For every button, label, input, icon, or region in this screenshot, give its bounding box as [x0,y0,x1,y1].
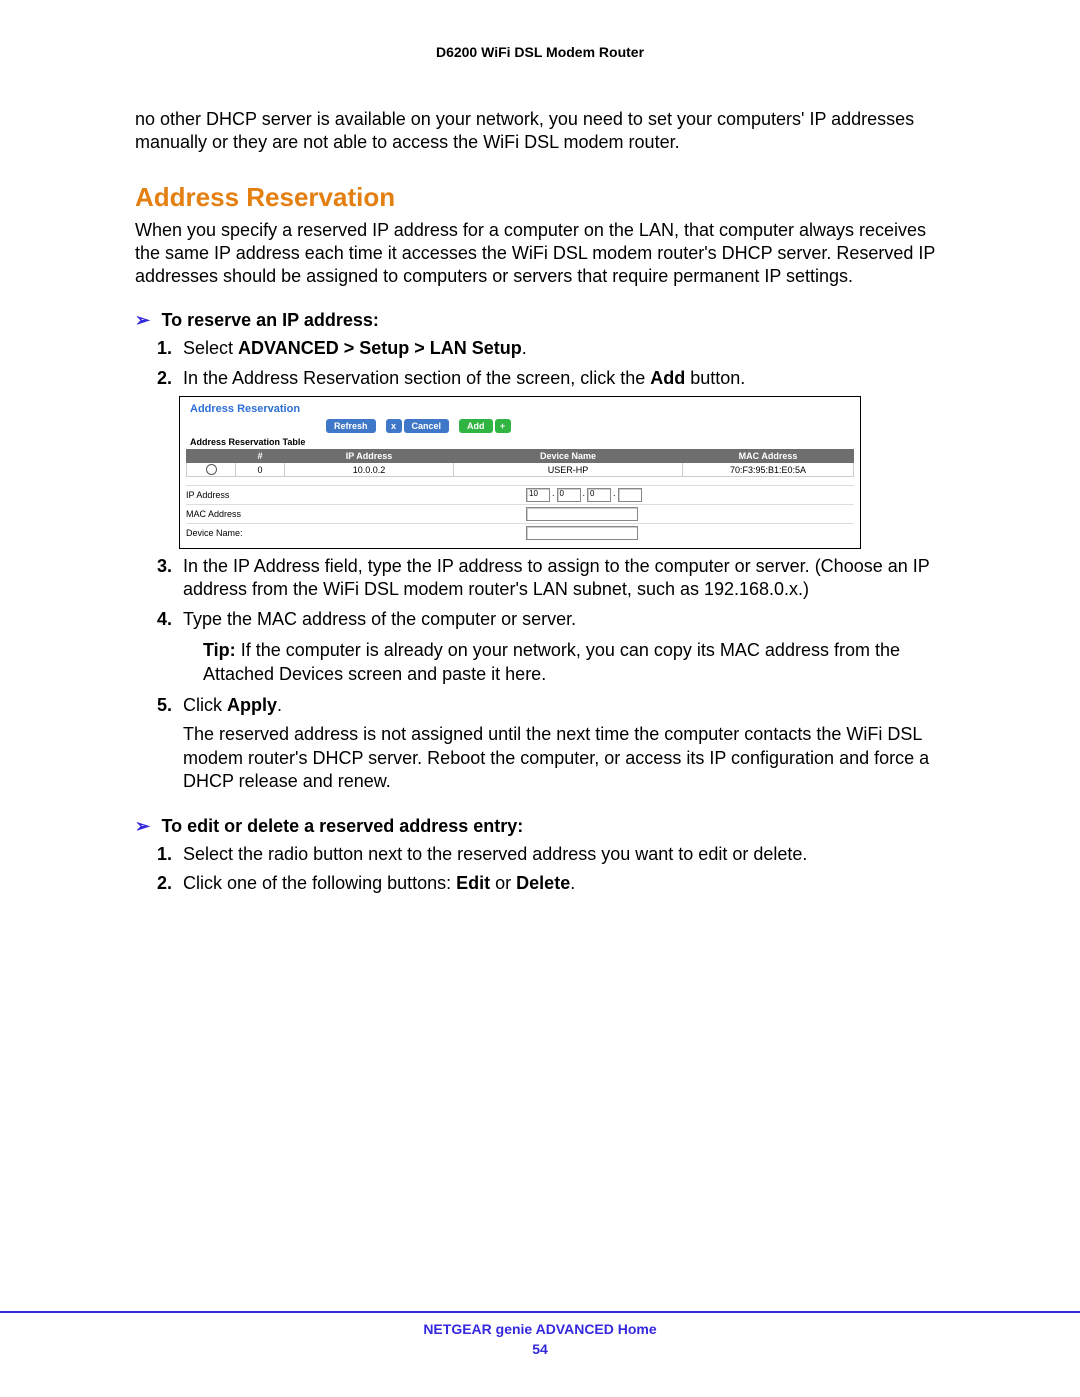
ip-octet-3[interactable]: 0 [587,488,611,502]
panel-title: Address Reservation [190,403,854,415]
t2-step-1: Select the radio button next to the rese… [135,843,945,866]
cell-num: 0 [236,462,285,476]
task-heading-1: ➢ To reserve an IP address: [135,310,945,331]
t2-step-2-text: Click one of the following buttons: [183,873,456,893]
t2-step-2-suffix: . [570,873,575,893]
step-1-suffix: . [522,338,527,358]
device-name-input[interactable] [526,526,638,540]
add-button-label: Add [459,419,493,433]
t2-step-2: Click one of the following buttons: Edit… [135,872,945,895]
step-2-suffix: button. [685,368,745,388]
cell-device: USER-HP [454,462,683,476]
task-heading-2: ➢ To edit or delete a reserved address e… [135,816,945,837]
page-number: 54 [0,1341,1080,1357]
footer-text: NETGEAR genie ADVANCED Home [0,1321,1080,1337]
close-icon: x [386,419,402,433]
cancel-button-label: Cancel [404,419,450,433]
plus-icon: + [495,419,511,433]
mac-address-input[interactable] [526,507,638,521]
reservation-form: IP Address 10. 0. 0. MAC Address Dev [186,485,854,540]
step-5-bold: Apply [227,695,277,715]
step-5-text: Click [183,695,227,715]
table-row: 0 10.0.0.2 USER-HP 70:F3:95:B1:E0:5A [187,462,854,476]
step-1: Select ADVANCED > Setup > LAN Setup. [135,337,945,360]
row-radio[interactable] [206,464,217,475]
ip-octet-2[interactable]: 0 [557,488,581,502]
chevron-right-icon: ➢ [135,310,157,331]
reservation-table: # IP Address Device Name MAC Address 0 1… [186,449,854,477]
device-name-label: Device Name: [186,528,266,538]
ip-octet-4[interactable] [618,488,642,502]
steps-list-2: Select the radio button next to the rese… [135,843,945,896]
footer-rule [0,1311,1080,1313]
tip-text: If the computer is already on your netwo… [203,640,900,683]
step-4: Type the MAC address of the computer or … [135,608,945,686]
cell-mac: 70:F3:95:B1:E0:5A [683,462,854,476]
document-page: D6200 WiFi DSL Modem Router no other DHC… [0,0,1080,1397]
ip-address-input-group: 10. 0. 0. [526,488,642,502]
step-5: Click Apply. The reserved address is not… [135,694,945,794]
step-1-bold: ADVANCED > Setup > LAN Setup [238,338,522,358]
address-reservation-panel: Address Reservation Refresh x Cancel Add… [179,396,861,549]
col-num: # [236,449,285,462]
chevron-right-icon: ➢ [135,816,157,837]
t2-step-2-b1: Edit [456,873,490,893]
step-1-text: Select [183,338,238,358]
task-heading-2-text: To edit or delete a reserved address ent… [161,816,523,836]
page-footer: NETGEAR genie ADVANCED Home 54 [0,1311,1080,1357]
col-ip: IP Address [285,449,454,462]
cell-ip: 10.0.0.2 [285,462,454,476]
t2-step-2-mid: or [490,873,516,893]
col-mac: MAC Address [683,449,854,462]
step-3: In the IP Address field, type the IP add… [135,555,945,602]
section-title: Address Reservation [135,182,945,213]
section-intro: When you specify a reserved IP address f… [135,219,945,288]
add-button[interactable]: Add + [459,419,511,433]
step-4-text: Type the MAC address of the computer or … [183,609,576,629]
lead-paragraph: no other DHCP server is available on you… [135,108,945,154]
step-2-text: In the Address Reservation section of th… [183,368,650,388]
step-2: In the Address Reservation section of th… [135,367,945,390]
step-2-bold: Add [650,368,685,388]
steps-list-1: Select ADVANCED > Setup > LAN Setup. In … [135,337,945,390]
cancel-button[interactable]: x Cancel [386,419,450,433]
panel-buttons: Refresh x Cancel Add + [326,419,854,433]
content-area: D6200 WiFi DSL Modem Router no other DHC… [135,44,945,1397]
step-5-suffix: . [277,695,282,715]
task-heading-1-text: To reserve an IP address: [161,310,378,330]
refresh-button[interactable]: Refresh [326,419,376,433]
table-caption: Address Reservation Table [190,437,854,447]
mac-address-label: MAC Address [186,509,266,519]
col-device: Device Name [454,449,683,462]
steps-list-1b: In the IP Address field, type the IP add… [135,555,945,794]
ip-octet-1[interactable]: 10 [526,488,550,502]
step-5-body: The reserved address is not assigned unt… [183,723,945,793]
t2-step-2-b2: Delete [516,873,570,893]
doc-header: D6200 WiFi DSL Modem Router [135,44,945,60]
ip-address-label: IP Address [186,490,266,500]
tip-block: Tip: If the computer is already on your … [183,639,945,686]
tip-label: Tip: [203,640,236,660]
